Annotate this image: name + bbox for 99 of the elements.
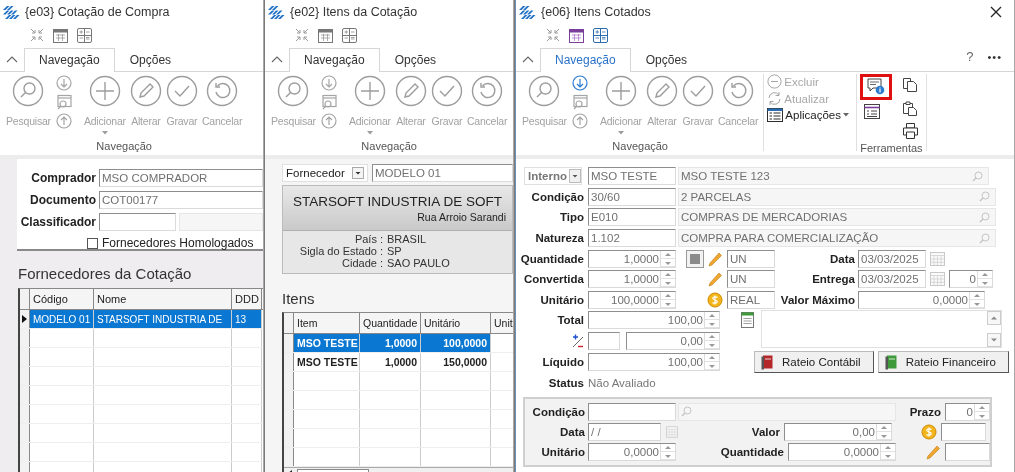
field-label: Natureza [534,232,584,245]
number-field[interactable]: 100,00 [588,352,720,371]
group-label: Navegação [612,140,668,154]
number-field[interactable]: 100,00 [588,311,720,330]
number-field[interactable]: 0,00 [626,332,720,351]
number-field[interactable]: 1,0000 [588,270,676,289]
field-label: Quantidade [719,445,784,458]
table-cell: MSO TESTE [294,353,360,371]
number-field[interactable]: 0,00 [784,422,892,441]
field-label: Valor [750,425,780,438]
table-cell: 13 [232,310,262,328]
detail-label: País : [353,233,383,245]
table-cell: 100,0000 [421,334,491,352]
field-label: Quantidade [519,252,584,265]
window-title: {e02} Itens da Cotação [290,5,418,19]
unit-field[interactable]: UN [727,249,775,268]
window-title: {e06} Itens Cotados [541,5,651,19]
date-field[interactable]: 03/03/2025 [858,249,926,268]
date-field[interactable]: 03/03/2025 [858,270,926,289]
number-field[interactable]: 0,0000 [858,290,985,309]
input-field[interactable]: E010 [588,208,676,227]
detail-value: SP [387,245,403,257]
detail-label: Sigla do Estado : [298,245,383,257]
table-cell: MSO TESTE [294,334,360,352]
input-field[interactable]: 1.102 [588,229,676,248]
currency-field[interactable]: REAL [727,290,775,309]
field-label: Unitário [539,293,584,306]
description-field[interactable]: MSO TESTE 123 [678,167,989,186]
field-label: Tipo [558,211,584,224]
number-field[interactable]: 0,0000 [788,442,896,461]
ribbon-tab[interactable]: Navegação [24,48,115,72]
group-label: Ferramentas [860,142,923,156]
column-header[interactable]: Quantidade [360,313,421,333]
applications-button[interactable]: Aplicações [767,108,849,122]
table-cell: 150,0000 [421,353,491,371]
more-button[interactable]: ••• [987,51,1002,63]
column-header[interactable]: Nome [94,289,232,309]
detail-value: BRASIL [387,233,428,245]
table-cell: 1,0000 [360,334,421,352]
field-label: Entrega [811,273,855,286]
unit-field[interactable]: UN [727,270,775,289]
ribbon-tab[interactable]: Navegação [540,48,631,72]
section-title: Itens [282,290,316,307]
column-header[interactable]: DDD [232,289,262,309]
group-label: Navegação [361,140,417,154]
checkbox-label: Fornecedores Homologados [102,236,254,250]
field-label: Condição [531,405,585,418]
dropdown[interactable]: Fornecedor [282,164,368,182]
number-field[interactable]: 0 [949,270,993,289]
window-title: {e03} Cotação de Compra [25,5,170,19]
number-field[interactable]: 100,0000 [588,290,676,309]
allocation-button[interactable]: Rateio Contábil [754,351,874,374]
section-title: Fornecedores da Cotação [18,265,193,282]
input-field[interactable]: COT00177 [99,191,263,209]
help-button[interactable]: ? [966,49,974,64]
number-field[interactable]: 1,0000 [588,249,676,268]
column-header[interactable]: Código [30,289,94,309]
date-field[interactable]: / / [588,422,661,441]
field-label: Status [547,377,584,390]
field-label: Condição [530,190,584,203]
field-label: Comprador [30,171,96,185]
dropdown[interactable]: Interno [524,167,582,186]
description-field[interactable]: COMPRAS DE MERCADORIAS [678,208,996,227]
detail-value: SAO PAULO [387,257,451,269]
column-header[interactable]: Item [294,313,360,333]
input-field[interactable]: MSO TESTE [588,167,676,186]
group-label: Navegação [96,140,152,154]
input-field[interactable]: MSO COMPRADOR [99,169,263,187]
table-cell: STARSOFT INDUSTRIA DE [94,310,232,328]
description-field[interactable]: COMPRA PARA COMERCIALIZAÇÃO [678,229,996,248]
table-row[interactable]: MODELO 01 STARSOFT INDUSTRIA DE 13 [20,310,263,329]
table-cell: 1,0000 [360,353,421,371]
supplier-name: STARSOFT INDUSTRIA DE SOFT [292,193,503,209]
field-label: Convertida [522,273,584,286]
ribbon-tab[interactable]: Opções [630,48,703,72]
number-field[interactable]: 0 [945,402,990,421]
table-cell: MODELO 01 [30,310,94,328]
field-label: Documento [29,193,96,207]
field-label: Data [559,425,585,438]
input-field[interactable]: 30/60 [588,187,676,206]
ribbon-tab[interactable]: Navegação [289,48,380,72]
allocation-button[interactable]: Rateio Financeiro [877,351,1009,374]
ribbon-tab[interactable]: Opções [114,48,187,72]
field-label: Valor Máximo [779,293,855,306]
field-label: Classificador [19,215,96,229]
number-field[interactable]: 0,0000 [588,442,676,461]
column-header[interactable]: Unitário [421,313,491,333]
detail-label: Cidade : [341,257,383,269]
ribbon-tab[interactable]: Opções [379,48,452,72]
supplier-address: Rua Arroio Sarandi [416,210,507,223]
input-field[interactable]: MODELO 01 [372,164,513,182]
field-label: Total [556,314,584,327]
field-label: Data [829,252,855,265]
table-row[interactable]: MSO TESTE 1,0000 100,0000 [284,334,513,353]
description-field[interactable]: 2 PARCELAS [678,187,996,206]
field-label: Unitário [540,445,585,458]
field-label: Prazo [908,405,941,418]
field-label: Líquido [541,355,584,368]
status-value: Não Avaliado [588,377,656,390]
